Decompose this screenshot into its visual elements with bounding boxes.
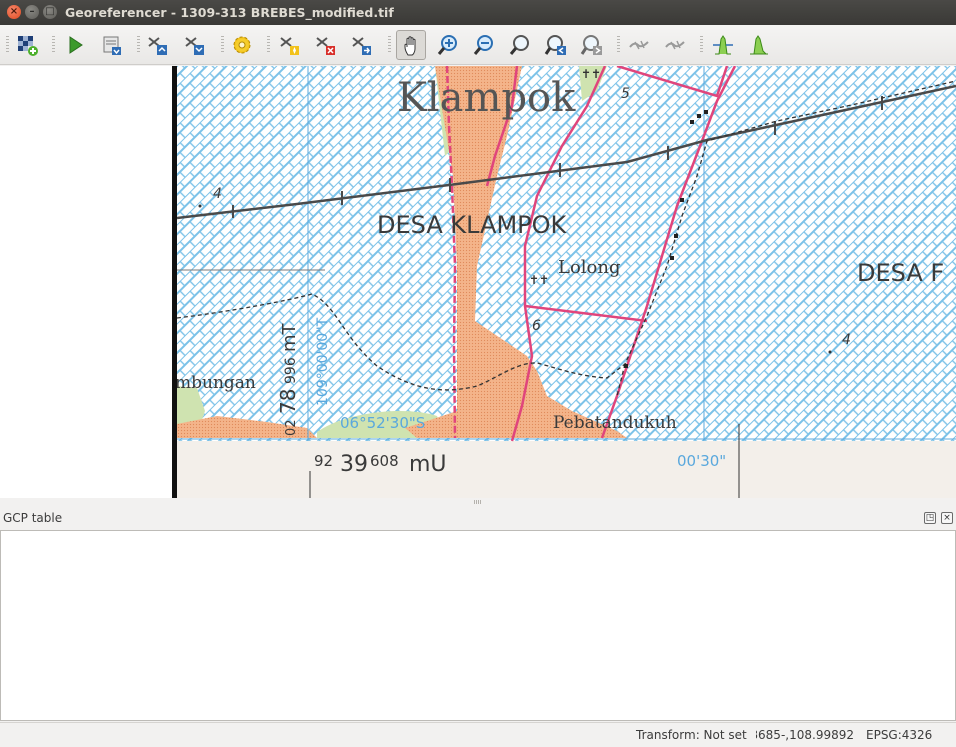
title-bar: × – □ Georeferencer - 1309-313 BREBES_mo… <box>0 0 956 25</box>
toolbar-grip[interactable] <box>137 36 140 54</box>
dock-close-button[interactable]: × <box>941 512 953 524</box>
left-panel <box>0 66 172 498</box>
zoom-to-layer-button[interactable] <box>505 30 535 60</box>
open-raster-button[interactable] <box>12 30 42 60</box>
local-histogram-stretch-button[interactable] <box>744 30 774 60</box>
pan-button[interactable] <box>396 30 426 60</box>
place-label: Pebatandukuh <box>553 413 677 433</box>
move-gcp-point-button[interactable] <box>347 30 377 60</box>
open-raster-icon <box>18 36 38 56</box>
load-gcp-points-button[interactable] <box>143 30 173 60</box>
gear-icon <box>233 36 251 54</box>
svg-text:mT: mT <box>279 322 300 352</box>
save-gcp-icon <box>185 37 204 55</box>
svg-text:996: 996 <box>283 357 299 384</box>
link-icon <box>629 40 649 50</box>
place-label: Klampok <box>397 75 576 121</box>
svg-text:109°00'00"T: 109°00'00"T <box>315 317 331 406</box>
add-point-button[interactable] <box>275 30 305 60</box>
cemetery-symbol: ✝✝ <box>529 273 549 287</box>
start-georeferencing-button[interactable] <box>60 30 90 60</box>
zoom-last-button[interactable] <box>541 30 571 60</box>
toolbar-grip[interactable] <box>221 36 224 54</box>
spot-height-label: 4 <box>213 186 222 202</box>
svg-text:02: 02 <box>284 419 299 436</box>
spot-height-label: 4 <box>842 332 851 348</box>
coordinate-display: 108.99892,-6.8685 <box>756 728 854 742</box>
generate-gdal-script-button[interactable] <box>97 30 127 60</box>
crs-status-button[interactable]: EPSG:4326 <box>866 728 932 742</box>
full-histogram-stretch-button[interactable] <box>708 30 738 60</box>
status-bar: Transform: Not set 108.99892,-6.8685 EPS… <box>0 722 956 747</box>
play-icon <box>69 36 83 54</box>
toolbar-grip[interactable] <box>52 36 55 54</box>
transformation-settings-button[interactable] <box>227 30 257 60</box>
histogram-stretch-icon <box>713 35 733 55</box>
save-gcp-points-button[interactable] <box>180 30 210 60</box>
dock-float-button[interactable]: ◳ <box>924 512 936 524</box>
link-icon <box>665 40 685 50</box>
zoom-next-button[interactable] <box>577 30 607 60</box>
map-margin <box>177 441 956 498</box>
zoom-out-icon <box>473 35 493 55</box>
hand-icon <box>404 36 416 56</box>
spot-height-label: 5 <box>621 86 630 102</box>
margin-minutes-label: 00'30" <box>677 452 726 470</box>
raster-map: ✝✝ ✝✝ Klampok DESA KLAMPOK DESA F Lolong… <box>177 66 956 498</box>
zoom-in-button[interactable] <box>433 30 463 60</box>
gcp-table[interactable] <box>0 530 956 721</box>
latitude-label: 06°52'30"S <box>340 414 425 432</box>
window-title: Georeferencer - 1309-313 BREBES_modified… <box>65 5 394 20</box>
splitter-grip <box>474 500 482 504</box>
toolbar-grip[interactable] <box>267 36 270 54</box>
window-close-button[interactable]: × <box>7 5 21 19</box>
place-label: Lolong <box>558 257 621 278</box>
zoom-layer-icon <box>509 35 529 55</box>
village-label: DESA F <box>857 259 944 287</box>
panel-splitter[interactable] <box>0 498 956 506</box>
gcp-dock-title: GCP table <box>3 511 63 525</box>
svg-text:608: 608 <box>370 452 399 470</box>
load-gcp-icon <box>148 37 167 55</box>
toolbar-grip[interactable] <box>700 36 703 54</box>
svg-text:92: 92 <box>314 452 333 470</box>
zoom-out-button[interactable] <box>469 30 499 60</box>
svg-text:39: 39 <box>340 452 368 477</box>
toolbar-grip[interactable] <box>617 36 620 54</box>
zoom-last-icon <box>544 35 566 55</box>
place-label: mbungan <box>177 373 256 393</box>
toolbar-grip[interactable] <box>6 36 9 54</box>
window-minimize-button[interactable]: – <box>25 5 39 19</box>
spot-height-marker <box>198 204 202 208</box>
move-point-icon <box>352 37 371 55</box>
delete-point-icon <box>316 37 335 55</box>
svg-text:78: 78 <box>276 389 300 414</box>
toolbar <box>0 25 956 65</box>
delete-point-button[interactable] <box>311 30 341 60</box>
window-maximize-button[interactable]: □ <box>43 5 57 19</box>
add-point-icon <box>280 37 299 55</box>
histogram-icon <box>750 35 768 55</box>
gcp-dock-header: GCP table ◳ × <box>0 508 956 530</box>
spot-height-label: 6 <box>532 318 541 334</box>
longitude-label: 109°00'00"T <box>315 317 331 406</box>
script-icon <box>103 36 121 55</box>
spot-height-marker <box>828 350 832 354</box>
transform-status: Transform: Not set <box>636 728 747 742</box>
link-georeferencer-to-qgis-button[interactable] <box>624 30 654 60</box>
cemetery-symbol: ✝✝ <box>581 67 601 81</box>
svg-text:mU: mU <box>409 452 447 477</box>
toolbar-grip[interactable] <box>388 36 391 54</box>
village-label: DESA KLAMPOK <box>377 211 568 239</box>
zoom-in-icon <box>437 35 457 55</box>
link-qgis-to-georeferencer-button[interactable] <box>660 30 690 60</box>
map-canvas[interactable]: ✝✝ ✝✝ Klampok DESA KLAMPOK DESA F Lolong… <box>177 66 956 498</box>
zoom-next-icon <box>580 35 602 55</box>
